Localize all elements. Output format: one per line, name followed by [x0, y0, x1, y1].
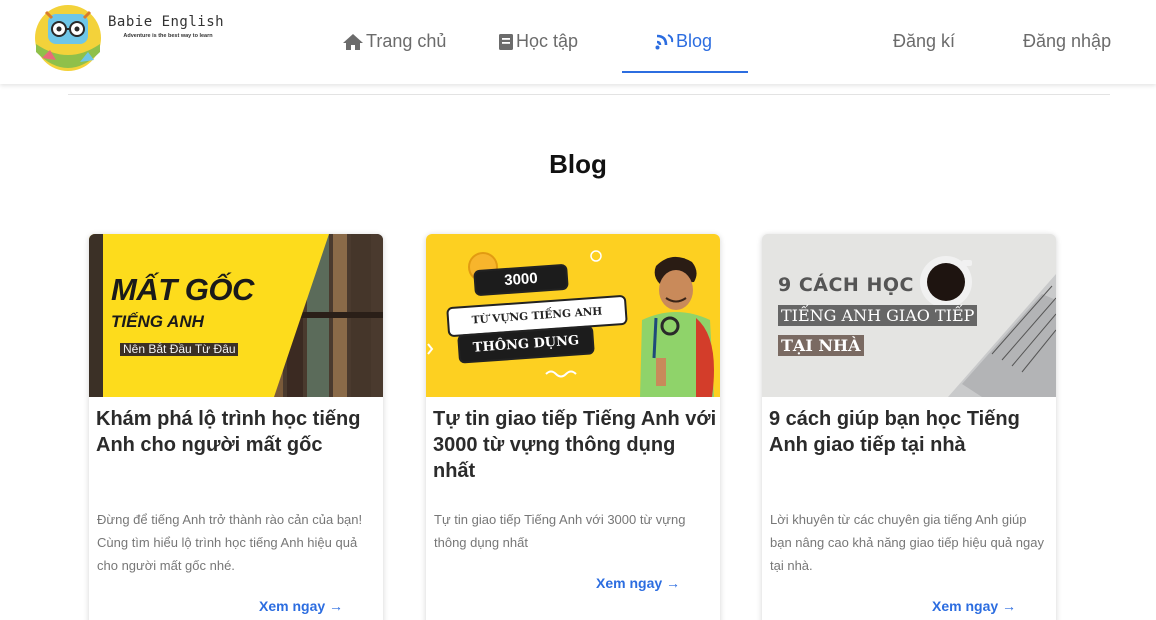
thumbnail-subheadline: TIẾNG ANH GIAO TIẾP	[778, 305, 978, 326]
page-title: Blog	[549, 149, 607, 179]
thumbnail-subheadline: TIẾNG ANH	[111, 312, 204, 331]
thumbnail-headline: 9 CÁCH HỌC	[778, 274, 914, 296]
nav-item-learning[interactable]: Học tập	[498, 31, 578, 52]
nav-item-learning-label: Học tập	[516, 31, 579, 51]
register-link[interactable]: Đăng kí	[893, 31, 955, 52]
brand-logo-icon[interactable]	[34, 4, 102, 72]
blog-card-thumbnail[interactable]: 9 CÁCH HỌC TIẾNG ANH GIAO TIẾP TẠI NHÀ	[762, 234, 1056, 397]
blog-card-thumbnail[interactable]: MẤT GỐC TIẾNG ANH Nên Bắt Đầu Từ Đâu	[89, 234, 383, 397]
blog-icon	[655, 33, 674, 49]
thumbnail-caption: Nên Bắt Đầu Từ Đâu	[118, 343, 238, 356]
blog-card-description: Lời khuyên từ các chuyên gia tiếng Anh g…	[770, 512, 1044, 573]
top-navbar: Babie English Adventure is the best way …	[0, 0, 1156, 84]
blog-card[interactable]: MẤT GỐC TIẾNG ANH Nên Bắt Đầu Từ Đâu Khá…	[89, 234, 383, 620]
blog-card-title[interactable]: 9 cách giúp bạn học Tiếng Anh giao tiếp …	[769, 406, 1053, 458]
login-link[interactable]: Đăng nhập	[1023, 31, 1111, 52]
brand-name[interactable]: Babie English	[108, 14, 224, 30]
blog-card-title[interactable]: Khám phá lộ trình học tiếng Anh cho ngườ…	[96, 406, 380, 458]
home-icon	[343, 33, 363, 50]
blog-card-thumbnail[interactable]: 3000 TỪ VỰNG TIẾNG ANH THÔNG DỤNG	[426, 234, 720, 397]
blog-card[interactable]: 3000 TỪ VỰNG TIẾNG ANH THÔNG DỤNG Tự tin…	[426, 234, 720, 620]
thumbnail-caption: TẠI NHÀ	[778, 335, 864, 356]
thumbnail-headline: MẤT GỐC	[111, 272, 254, 307]
book-icon	[499, 33, 513, 50]
read-more-link[interactable]: Xem ngay →	[259, 598, 343, 614]
blog-card-title[interactable]: Tự tin giao tiếp Tiếng Anh với 3000 từ v…	[433, 406, 717, 484]
nav-item-blog[interactable]: Blog	[654, 31, 712, 52]
nav-item-home-label: Trang chủ	[366, 31, 447, 51]
student-illustration-icon	[640, 256, 714, 397]
blog-card[interactable]: 9 CÁCH HỌC TIẾNG ANH GIAO TIẾP TẠI NHÀ 9…	[762, 234, 1056, 620]
read-more-link[interactable]: Xem ngay →	[596, 575, 680, 591]
blog-card-description: Tự tin giao tiếp Tiếng Anh với 3000 từ v…	[434, 512, 686, 550]
active-tab-indicator	[622, 71, 748, 73]
brand-tagline: Adventure is the best way to learn	[123, 33, 213, 39]
read-more-link[interactable]: Xem ngay →	[932, 598, 1016, 614]
nav-item-home[interactable]: Trang chủ	[342, 31, 446, 52]
header-divider	[68, 94, 1110, 95]
blog-card-description: Đừng để tiếng Anh trở thành rào cản của …	[97, 512, 363, 573]
nav-item-blog-label: Blog	[676, 31, 713, 51]
